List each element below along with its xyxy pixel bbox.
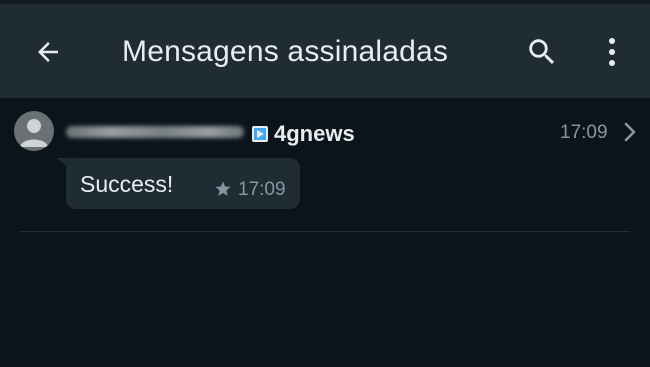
sender-avatar[interactable] xyxy=(14,111,54,151)
search-button[interactable] xyxy=(520,30,564,74)
star-icon xyxy=(215,181,231,196)
divider xyxy=(20,231,630,232)
search-icon xyxy=(529,39,555,65)
group-name: 4gnews xyxy=(274,121,355,146)
open-chat-button[interactable] xyxy=(620,120,640,144)
message-date: 17:09 xyxy=(560,122,608,143)
message-text: Success! xyxy=(80,171,174,197)
play-arrow-icon xyxy=(252,126,268,142)
more-vertical-icon xyxy=(609,38,615,66)
more-options-button[interactable] xyxy=(592,30,632,74)
arrow-left-icon xyxy=(38,42,58,62)
chevron-right-icon xyxy=(624,122,636,142)
sender-name-blurred xyxy=(66,126,244,138)
recipient-indicator xyxy=(252,126,268,147)
app-bar: Mensagens assinaladas xyxy=(0,4,650,98)
page-title: Mensagens assinaladas xyxy=(122,35,449,68)
back-button[interactable] xyxy=(26,30,70,74)
starred-messages-list: 4gnews 17:09 Success! 17:09 xyxy=(0,98,650,367)
starred-message-item[interactable]: 4gnews 17:09 Success! 17:09 xyxy=(0,98,650,230)
default-avatar-icon xyxy=(20,119,48,147)
message-time: 17:09 xyxy=(238,179,286,200)
